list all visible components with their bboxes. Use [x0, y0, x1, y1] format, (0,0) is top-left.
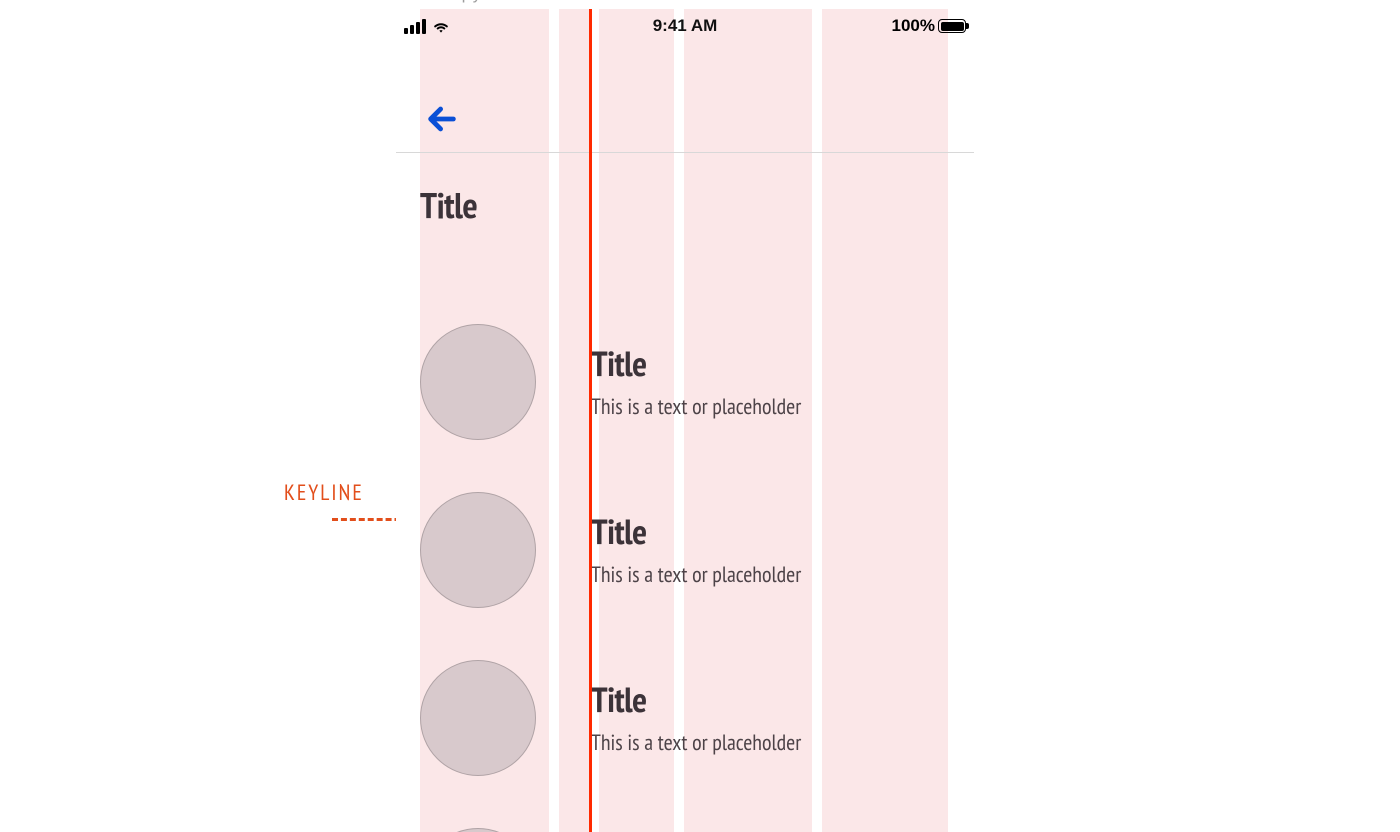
navigation-bar [396, 43, 974, 153]
list-item-subtitle: This is a text or placeholder [591, 392, 801, 420]
list-item[interactable]: Title This is a text or placeholder [396, 466, 974, 634]
avatar [420, 492, 536, 608]
avatar [420, 828, 536, 832]
list-item[interactable]: Title This is a text or placeholder [396, 298, 974, 466]
figure-caption-cropped: C30 Copy 2 [397, 0, 504, 5]
screen-content: Title Title This is a text or placeholde… [396, 153, 974, 832]
list-item[interactable]: Title [396, 802, 974, 832]
keyline-marker [589, 9, 592, 832]
device-frame: 9:41 AM 100% Title Title This is a text … [396, 9, 974, 832]
list-item-subtitle: This is a text or placeholder [591, 728, 801, 756]
list-item-title: Title [591, 512, 801, 551]
avatar [420, 324, 536, 440]
list-item[interactable]: Title This is a text or placeholder [396, 634, 974, 802]
item-list: Title This is a text or placeholder Titl… [396, 298, 974, 832]
back-button[interactable] [422, 99, 462, 139]
page-title: Title [420, 181, 974, 228]
arrow-left-icon [425, 102, 459, 136]
status-time: 9:41 AM [396, 16, 974, 36]
battery-icon [938, 19, 966, 33]
list-item-subtitle: This is a text or placeholder [591, 560, 801, 588]
keyline-annotation-label: KEYLINE [284, 479, 364, 507]
list-item-title: Title [591, 344, 801, 383]
status-bar: 9:41 AM 100% [396, 9, 974, 43]
avatar [420, 660, 536, 776]
list-item-title: Title [591, 680, 801, 719]
